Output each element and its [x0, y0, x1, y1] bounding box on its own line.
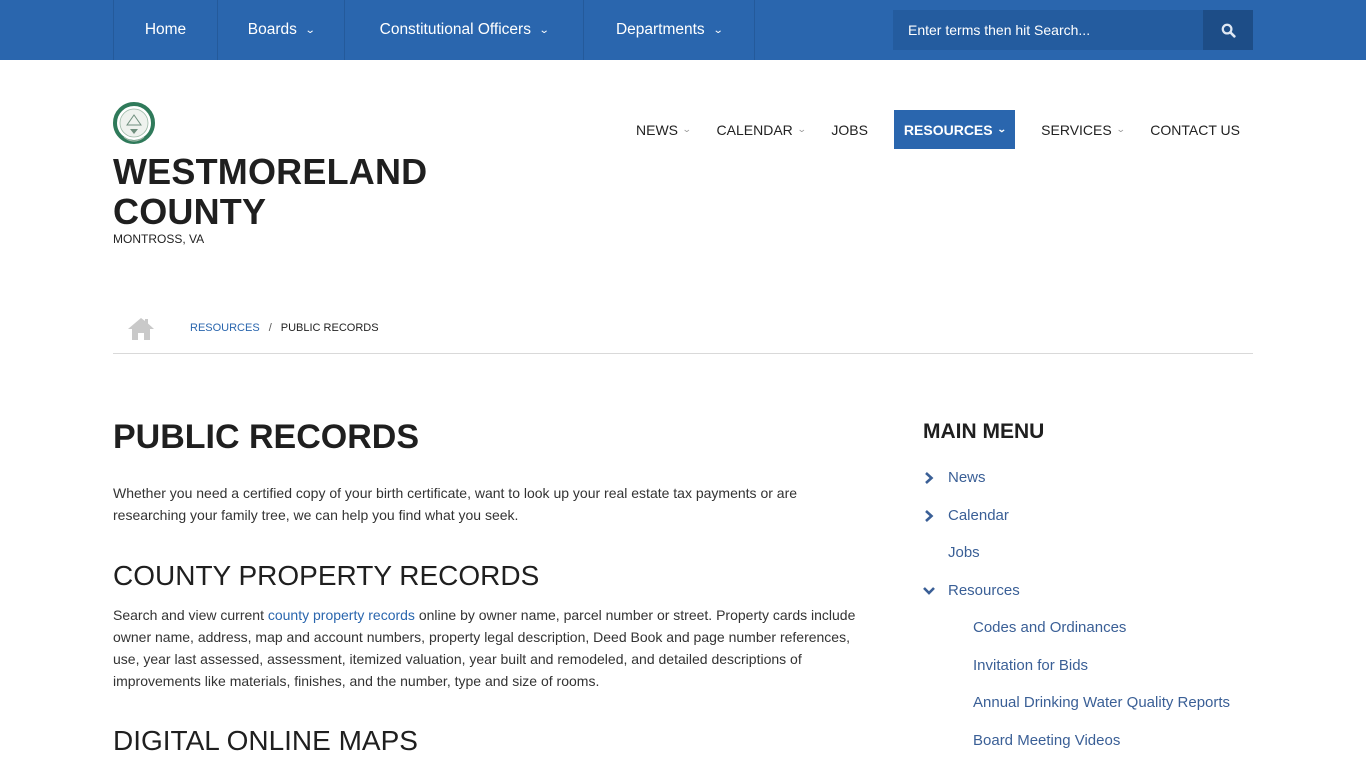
- top-nav: Home Boards ⌄ Constitutional Officers ⌄ …: [113, 0, 755, 60]
- sidebar-item-label: Invitation for Bids: [973, 656, 1089, 674]
- main-nav-jobs-label: JOBS: [831, 121, 868, 138]
- sidebar-item-board-meeting-videos[interactable]: Board Meeting Videos: [923, 722, 1253, 760]
- chevron-down-icon: ⌄: [1115, 124, 1126, 134]
- top-nav-home-label: Home: [144, 21, 187, 38]
- county-seal-icon: [113, 102, 155, 144]
- home-icon: [128, 318, 154, 340]
- section-heading-property-records: COUNTY PROPERTY RECORDS: [113, 560, 540, 591]
- sidebar-item-label: Calendar: [948, 506, 1009, 524]
- breadcrumb-trail: RESOURCES / PUBLIC RECORDS: [190, 322, 379, 334]
- sidebar-title: MAIN MENU: [923, 420, 1045, 443]
- county-property-records-link[interactable]: county property records: [268, 607, 415, 623]
- chevron-down-icon: ⌄: [996, 124, 1007, 134]
- chevron-right-icon: [925, 509, 934, 522]
- site-title-line1: WESTMORELAND: [113, 151, 428, 192]
- chevron-down-icon: [923, 586, 935, 595]
- intro-paragraph: Whether you need a certified copy of you…: [113, 485, 798, 523]
- search-icon: [1221, 23, 1236, 38]
- main-nav-services[interactable]: SERVICES ⌄: [1028, 110, 1137, 149]
- breadcrumb-separator: /: [268, 322, 272, 334]
- sidebar-item-label: Annual Drinking Water Quality Reports: [973, 694, 1231, 712]
- sidebar-item-calendar[interactable]: Calendar: [923, 497, 1253, 535]
- sidebar-item-jobs[interactable]: Jobs: [923, 534, 1253, 572]
- sidebar-item-codes-and-ordinances[interactable]: Codes and Ordinances: [923, 609, 1253, 647]
- main-nav-news-label: NEWS: [636, 121, 678, 138]
- top-nav-constitutional-officers[interactable]: Constitutional Officers ⌄: [345, 0, 584, 60]
- top-nav-departments-label: Departments: [615, 21, 705, 38]
- chevron-down-icon: ⌄: [538, 24, 550, 36]
- chevron-down-icon: ⌄: [681, 124, 692, 134]
- page-title: PUBLIC RECORDS: [113, 418, 420, 456]
- breadcrumb: RESOURCES / PUBLIC RECORDS: [113, 312, 1253, 354]
- county-seal-logo[interactable]: [113, 101, 155, 147]
- sidebar-item-invitation-for-bids[interactable]: Invitation for Bids: [923, 647, 1253, 685]
- site-search: [893, 10, 1253, 50]
- site-subtitle: MONTROSS, VA: [113, 232, 205, 246]
- top-nav-constitutional-officers-label: Constitutional Officers: [379, 21, 531, 38]
- main-nav-contact-us[interactable]: CONTACT US: [1137, 110, 1253, 149]
- main-nav-services-label: SERVICES: [1041, 121, 1112, 138]
- top-nav-boards[interactable]: Boards ⌄: [218, 0, 345, 60]
- chevron-down-icon: ⌄: [712, 24, 724, 36]
- main-nav-calendar-label: CALENDAR: [716, 121, 793, 138]
- section-heading-digital-maps: DIGITAL ONLINE MAPS: [113, 725, 418, 756]
- sidebar-item-news[interactable]: News: [923, 459, 1253, 497]
- sidebar-menu: News Calendar Jobs Resources Codes and O…: [923, 459, 1253, 759]
- sidebar-item-label: Board Meeting Videos: [973, 731, 1121, 749]
- main-nav-calendar[interactable]: CALENDAR ⌄: [704, 110, 819, 149]
- sidebar-item-label: Codes and Ordinances: [973, 619, 1127, 637]
- site-title-line2: COUNTY: [113, 191, 267, 232]
- sidebar-item-label: News: [948, 469, 986, 487]
- top-nav-boards-label: Boards: [247, 21, 297, 38]
- chevron-right-icon: [925, 472, 934, 484]
- main-nav-jobs[interactable]: JOBS: [818, 110, 881, 149]
- breadcrumb-resources[interactable]: RESOURCES: [190, 322, 260, 334]
- chevron-down-icon: ⌄: [304, 24, 316, 36]
- main-nav: NEWS ⌄ CALENDAR ⌄ JOBS RESOURCES ⌄ SERVI…: [623, 110, 1253, 149]
- main-nav-resources-label: RESOURCES: [903, 121, 993, 138]
- top-nav-home[interactable]: Home: [114, 0, 218, 60]
- sidebar-item-label: Jobs: [948, 544, 980, 562]
- chevron-down-icon: ⌄: [796, 124, 807, 134]
- search-button[interactable]: [1203, 10, 1253, 50]
- search-input[interactable]: [893, 10, 1203, 50]
- top-utility-bar: Home Boards ⌄ Constitutional Officers ⌄ …: [0, 0, 1366, 60]
- top-nav-departments[interactable]: Departments ⌄: [584, 0, 755, 60]
- breadcrumb-current: PUBLIC RECORDS: [280, 322, 379, 334]
- sidebar-item-label: Resources: [948, 581, 1020, 599]
- main-nav-news[interactable]: NEWS ⌄: [623, 110, 704, 149]
- main-nav-resources[interactable]: RESOURCES ⌄: [893, 110, 1016, 149]
- main-nav-contact-us-label: CONTACT US: [1150, 121, 1240, 138]
- sidebar-item-resources[interactable]: Resources: [923, 572, 1253, 610]
- sidebar-item-water-quality-reports[interactable]: Annual Drinking Water Quality Reports: [923, 684, 1253, 722]
- breadcrumb-home-link[interactable]: [126, 316, 156, 347]
- site-title[interactable]: WESTMORELAND COUNTY: [113, 152, 427, 232]
- property-text-before: Search and view current: [113, 607, 268, 623]
- property-records-paragraph: Search and view current county property …: [113, 604, 858, 692]
